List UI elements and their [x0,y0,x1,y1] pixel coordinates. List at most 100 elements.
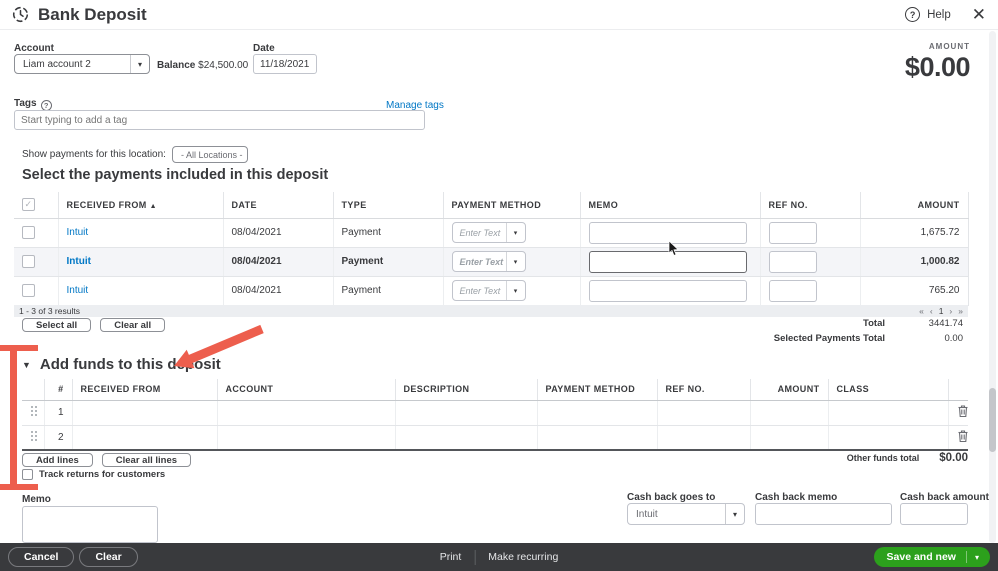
ref-no-input[interactable] [769,251,817,273]
account-select[interactable]: Liam account 2 ▾ [14,54,150,74]
select-all-button[interactable]: Select all [22,318,91,332]
add-lines-button[interactable]: Add lines [22,453,93,467]
date-field[interactable] [253,54,317,74]
track-returns-label: Track returns for customers [39,469,165,480]
cash-back-goes-to-value: Intuit [628,504,725,524]
cash-back-amount-input[interactable] [900,503,968,525]
tags-input[interactable] [14,110,425,130]
results-text: 1 - 3 of 3 results [19,306,80,316]
payment-method-cell[interactable] [537,400,657,425]
make-recurring-link[interactable]: Make recurring [488,551,558,563]
ref-no-input[interactable] [769,222,817,244]
amount-summary: AMOUNT $0.00 [905,42,970,83]
chevron-down-icon: ▾ [506,252,525,271]
payment-method-cell[interactable] [537,425,657,450]
annotation-bracket-top [0,345,38,351]
amount-cell[interactable] [750,400,828,425]
account-cell[interactable] [217,425,395,450]
save-and-new-button[interactable]: Save and new ▾ [874,547,990,567]
trash-icon[interactable] [957,429,969,443]
received-from-cell[interactable] [72,425,217,450]
track-returns-checkbox[interactable] [22,469,33,480]
col-class: CLASS [828,379,948,400]
description-cell[interactable] [395,400,537,425]
selected-total-label: Selected Payments Total [774,333,885,344]
chevron-down-icon: ▾ [506,223,525,242]
balance-line: Balance $24,500.00 [157,60,248,71]
drag-handle-icon[interactable] [30,430,38,442]
line-number: 1 [44,400,72,425]
pagination: « ‹ 1 › » [919,306,963,316]
print-link[interactable]: Print [440,551,462,563]
payment-method-combo[interactable]: Enter Text▾ [452,222,526,243]
cash-back-memo-input[interactable] [755,503,892,525]
amount-label: AMOUNT [905,42,970,51]
page-first-icon[interactable]: « [919,306,924,316]
location-select[interactable]: - All Locations - ▾ [172,146,248,163]
close-icon[interactable]: ✕ [972,6,986,23]
col-memo[interactable]: MEMO [580,192,760,218]
row-checkbox[interactable] [22,226,35,239]
help-icon[interactable]: ? [905,7,920,22]
trash-icon[interactable] [957,404,969,418]
page-last-icon[interactable]: » [958,306,963,316]
vertical-scrollbar[interactable] [989,31,996,543]
chevron-down-icon: ▾ [130,55,149,73]
clear-button[interactable]: Clear [79,547,137,567]
chevron-down-icon: ▾ [725,504,744,524]
amount-cell[interactable] [750,425,828,450]
clear-all-lines-button[interactable]: Clear all lines [102,453,191,467]
page-prev-icon[interactable]: ‹ [930,306,933,316]
total-value: 3441.74 [885,318,963,329]
col-received-from[interactable]: RECEIVED FROM ▲ [58,192,223,218]
received-from-cell[interactable] [72,400,217,425]
class-cell[interactable] [828,400,948,425]
account-label: Account [14,43,54,54]
line-number: 2 [44,425,72,450]
add-funds-row: 1 [22,400,968,425]
received-from-link[interactable]: Intuit [67,256,91,267]
page-title: Bank Deposit [38,5,147,25]
received-from-link[interactable]: Intuit [67,285,89,296]
row-checkbox[interactable] [22,255,35,268]
col-amount: AMOUNT [750,379,828,400]
page-next-icon[interactable]: › [949,306,952,316]
row-checkbox[interactable] [22,284,35,297]
col-amount[interactable]: AMOUNT [860,192,968,218]
memo-input[interactable] [589,280,747,302]
payment-method-combo[interactable]: Enter Text▾ [452,251,526,272]
account-cell[interactable] [217,400,395,425]
class-cell[interactable] [828,425,948,450]
collapse-caret-icon[interactable]: ▼ [22,360,31,370]
payments-table: ✓ RECEIVED FROM ▲ DATE TYPE PAYMENT METH… [14,192,969,306]
page-number[interactable]: 1 [939,306,944,316]
payment-date: 08/04/2021 [223,276,333,305]
ref-no-input[interactable] [769,280,817,302]
drag-handle-icon[interactable] [30,405,38,417]
cancel-button[interactable]: Cancel [8,547,74,567]
help-link[interactable]: Help [927,9,951,21]
results-bar: 1 - 3 of 3 results « ‹ 1 › » [14,305,968,317]
description-cell[interactable] [395,425,537,450]
col-description: DESCRIPTION [395,379,537,400]
col-account: ACCOUNT [217,379,395,400]
payment-row: Intuit 08/04/2021 Payment Enter Text▾ 1,… [14,218,968,247]
col-date[interactable]: DATE [223,192,333,218]
col-payment-method[interactable]: PAYMENT METHOD [443,192,580,218]
add-funds-table: # RECEIVED FROM ACCOUNT DESCRIPTION PAYM… [22,379,968,451]
scrollbar-thumb[interactable] [989,388,996,452]
col-received-from: RECEIVED FROM [72,379,217,400]
amount-value: $0.00 [905,52,970,83]
col-ref-no[interactable]: REF NO. [760,192,860,218]
payment-method-combo[interactable]: Enter Text▾ [452,280,526,301]
ref-no-cell[interactable] [657,425,750,450]
cash-back-goes-to-select[interactable]: Intuit ▾ [627,503,745,525]
add-funds-row: 2 [22,425,968,450]
col-type[interactable]: TYPE [333,192,443,218]
select-all-checkbox[interactable]: ✓ [22,198,35,211]
chevron-down-icon[interactable]: ▾ [967,553,990,562]
top-bar: Bank Deposit ? Help ✕ [0,0,998,30]
ref-no-cell[interactable] [657,400,750,425]
payment-row: Intuit 08/04/2021 Payment Enter Text▾ 1,… [14,247,968,276]
received-from-link[interactable]: Intuit [67,227,89,238]
